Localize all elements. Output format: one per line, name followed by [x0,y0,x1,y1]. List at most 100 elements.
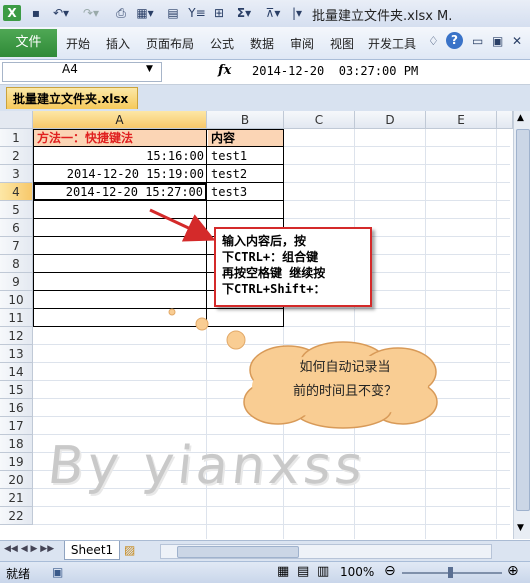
row-header-2[interactable]: 2 [0,147,33,165]
tab-home[interactable]: 开始 [66,35,90,52]
help-icon[interactable]: ? [446,32,463,49]
borders-icon[interactable]: ⊞ [210,5,228,21]
cloud-question: 如何自动记录当 前的时间且不变？ [270,356,420,404]
row-header-1[interactable]: 1 [0,129,33,147]
tab-formulas[interactable]: 公式 [210,35,234,52]
row-header-9[interactable]: 9 [0,273,33,291]
page-layout-view-icon[interactable]: ▤ [297,564,309,579]
title-bar: X ▪ ↶▾ ↷▾ ⎙ ▦▾ ▤ Y≡ ⊞ Σ▾ ⊼▾ |▾ 批量建立文件夹.x… [0,0,530,28]
row-header-12[interactable]: 12 [0,327,33,345]
name-box-dropdown-icon[interactable]: ▼ [146,64,153,74]
row-header-11[interactable]: 11 [0,309,33,327]
row-header-3[interactable]: 3 [0,165,33,183]
zoom-level[interactable]: 100% [340,565,374,579]
row-header-5[interactable]: 5 [0,201,33,219]
gridline-column [425,129,426,539]
undo-icon[interactable]: ↶▾ [50,5,72,21]
red-arrow-icon [149,208,216,242]
callout-line-3: 再按空格键 继续按 [222,266,326,280]
callout-line-4: 下CTRL+Shift+： [222,282,326,296]
name-box[interactable] [2,62,162,82]
insert-function-icon[interactable]: fx [218,63,231,78]
tab-developer[interactable]: 开发工具 [368,35,416,52]
autosum-icon[interactable]: Σ▾ [232,5,256,21]
row-header-4[interactable]: 4 [0,183,33,201]
select-all-corner[interactable] [0,111,33,129]
column-header-b[interactable]: B [207,111,284,129]
column-header-c[interactable]: C [284,111,355,129]
customize-toolbar-icon[interactable]: |▾ [290,5,304,21]
horizontal-scrollbar[interactable] [160,544,492,559]
vertical-scrollbar[interactable]: ▲ ▼ [513,111,530,539]
redo-icon[interactable]: ↷▾ [80,5,102,21]
zoom-slider-thumb[interactable] [448,567,453,578]
name-box-value: A4 [62,62,78,76]
window-minimize-icon[interactable]: ▭ [472,34,483,48]
normal-view-icon[interactable]: ▦ [277,564,289,579]
scroll-up-icon[interactable]: ▲ [517,113,524,123]
tab-insert[interactable]: 插入 [106,35,130,52]
cloud-line-1: 如何自动记录当 [299,360,391,375]
row-header-10[interactable]: 10 [0,291,33,309]
sheet-nav-icons[interactable]: ◀◀ ◀ ▶ ▶▶ [4,544,54,554]
zoom-in-icon[interactable]: ⊕ [507,563,519,579]
document-tab-bar: 批量建立文件夹.xlsx [0,85,530,112]
row-header-20[interactable]: 20 [0,471,33,489]
row-header-6[interactable]: 6 [0,219,33,237]
table-row-border [33,146,284,147]
insert-sheet-icon[interactable]: ▨ [124,543,135,557]
row-header-8[interactable]: 8 [0,255,33,273]
row-header-22[interactable]: 22 [0,507,33,525]
row-header-16[interactable]: 16 [0,399,33,417]
window-restore-icon[interactable]: ▣ [492,34,503,48]
cloud-line-2: 前的时间且不变？ [292,384,397,399]
column-header-d[interactable]: D [355,111,426,129]
gridline-column [496,129,497,539]
minimize-ribbon-icon[interactable]: ♢ [428,34,439,48]
watermark-text: By yianxss [44,436,370,496]
row-header-19[interactable]: 19 [0,453,33,471]
column-header-f-partial[interactable] [497,111,513,129]
sheet-tab-bar: ◀◀ ◀ ▶ ▶▶ Sheet1 ▨ [0,540,530,561]
page-break-view-icon[interactable]: ▥ [317,564,329,579]
vertical-scroll-thumb[interactable] [516,129,530,511]
tab-page-layout[interactable]: 页面布局 [146,35,194,52]
row-header-21[interactable]: 21 [0,489,33,507]
excel-app-icon[interactable]: X [3,5,21,21]
callout-line-1: 输入内容后，按 [222,234,307,248]
window-title: 批量建立文件夹.xlsx M. [312,9,453,24]
status-ready: 就绪 [6,567,31,581]
table-row-border [33,164,284,165]
tab-data[interactable]: 数据 [250,35,274,52]
macro-record-icon[interactable]: ▣ [52,565,63,579]
layout-icon[interactable]: ▦▾ [134,5,156,21]
formula-bar: A4 ▼ fx 2014-12-20 03:27:00 PM [0,60,530,85]
zoom-out-icon[interactable]: ⊖ [384,563,396,579]
row-header-15[interactable]: 15 [0,381,33,399]
row-header-17[interactable]: 17 [0,417,33,435]
gridline-row [33,434,510,435]
file-tab[interactable]: 文件 [0,29,57,57]
row-header-7[interactable]: 7 [0,237,33,255]
gridline-row [33,524,510,525]
row-header-14[interactable]: 14 [0,363,33,381]
formula-input[interactable]: 2014-12-20 03:27:00 PM [252,64,418,78]
filter-icon[interactable]: Y≡ [188,5,206,21]
fill-icon[interactable]: ⊼▾ [262,5,284,21]
instruction-callout: 输入内容后，按 下CTRL+：组合键 再按空格键 继续按 下CTRL+Shift… [214,227,372,307]
column-header-e[interactable]: E [426,111,497,129]
save-icon[interactable]: ▪ [28,5,44,21]
window-close-icon[interactable]: ✕ [512,34,522,48]
scroll-down-icon[interactable]: ▼ [517,523,524,533]
column-header-a[interactable]: A [33,111,207,129]
tab-review[interactable]: 审阅 [290,35,314,52]
number-format-icon[interactable]: ▤ [164,5,182,21]
document-tab[interactable]: 批量建立文件夹.xlsx [6,87,138,109]
sheet-tab-sheet1[interactable]: Sheet1 [64,541,120,560]
horizontal-scroll-thumb[interactable] [177,546,299,558]
ribbon-tabs: 文件 开始 插入 页面布局 公式 数据 审阅 视图 开发工具 ♢ ? ▭ ▣ ✕ [0,27,530,60]
row-header-13[interactable]: 13 [0,345,33,363]
print-preview-icon[interactable]: ⎙ [112,5,130,21]
tab-view[interactable]: 视图 [330,35,354,52]
row-header-18[interactable]: 18 [0,435,33,453]
